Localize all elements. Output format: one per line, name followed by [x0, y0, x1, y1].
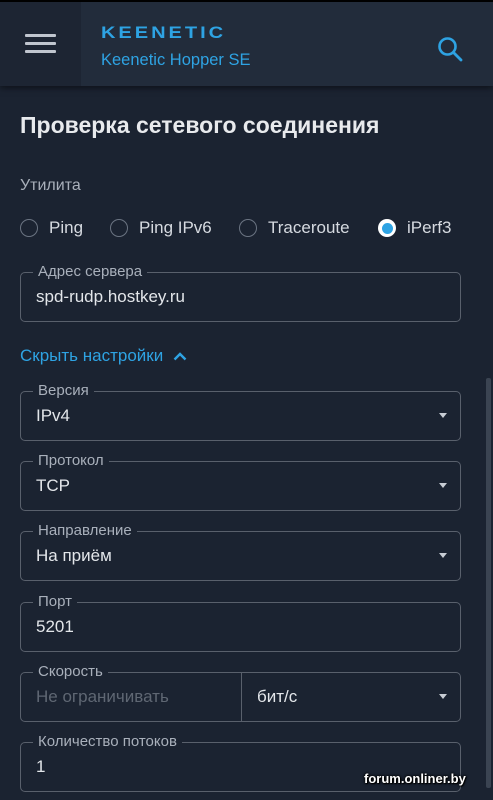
- dropdown-caret-icon: [439, 553, 447, 558]
- radio-iperf3[interactable]: iPerf3: [378, 217, 451, 239]
- search-button[interactable]: [436, 35, 464, 63]
- hide-settings-link[interactable]: Скрыть настройки: [20, 346, 187, 366]
- app-header: KEENETIC Keenetic Hopper SE: [0, 2, 493, 86]
- chevron-up-icon: [173, 352, 187, 361]
- radio-label: iPerf3: [407, 218, 452, 237]
- field-value: TCP: [36, 476, 70, 495]
- field-label: Порт: [33, 593, 78, 611]
- server-address-field[interactable]: Адрес сервера spd-rudp.hostkey.ru: [20, 263, 461, 322]
- device-model: Keenetic Hopper SE: [101, 51, 251, 69]
- field-value: IPv4: [36, 406, 71, 425]
- field-value: 5201: [36, 617, 74, 636]
- dropdown-caret-icon: [439, 413, 447, 418]
- radio-label: Ping: [49, 218, 84, 237]
- brand-logo: KEENETIC: [101, 23, 227, 42]
- watermark: forum.onliner.by: [364, 771, 466, 786]
- radio-ping-ipv6[interactable]: Ping IPv6: [110, 217, 212, 239]
- field-label: Количество потоков: [33, 733, 182, 751]
- speed-field: Скорость Не ограничивать бит/с: [20, 663, 461, 722]
- field-value: 1: [36, 757, 46, 776]
- radio-circle-checked: [378, 219, 396, 237]
- port-field[interactable]: Порт 5201: [20, 593, 461, 652]
- field-value: spd-rudp.hostkey.ru: [36, 287, 185, 306]
- menu-button[interactable]: [0, 2, 81, 86]
- scrollbar[interactable]: [486, 378, 491, 788]
- version-select[interactable]: Версия IPv4: [20, 382, 461, 441]
- radio-ping[interactable]: Ping: [20, 217, 83, 239]
- utility-label: Утилита: [20, 177, 81, 194]
- search-icon: [438, 37, 463, 62]
- dropdown-caret-icon: [439, 694, 447, 699]
- radio-traceroute[interactable]: Traceroute: [239, 217, 350, 239]
- speed-input[interactable]: Не ограничивать: [36, 687, 169, 707]
- field-label: Протокол: [33, 452, 109, 470]
- radio-circle: [110, 219, 128, 237]
- field-value: На приём: [36, 546, 112, 565]
- speed-unit-select[interactable]: бит/с: [242, 673, 460, 721]
- hamburger-icon: [25, 34, 56, 54]
- brand: KEENETIC Keenetic Hopper SE: [101, 24, 251, 70]
- radio-label: Ping IPv6: [139, 218, 212, 237]
- radio-circle: [20, 219, 38, 237]
- dropdown-caret-icon: [439, 483, 447, 488]
- radio-label: Traceroute: [268, 218, 350, 237]
- hide-settings-label: Скрыть настройки: [20, 346, 164, 365]
- protocol-select[interactable]: Протокол TCP: [20, 452, 461, 511]
- direction-select[interactable]: Направление На приём: [20, 522, 461, 581]
- field-label: Адрес сервера: [33, 263, 148, 281]
- field-label: Направление: [33, 522, 137, 540]
- field-label: Версия: [33, 382, 94, 400]
- page-title: Проверка сетевого соединения: [20, 112, 380, 138]
- main-content: Проверка сетевого соединения Утилита Pin…: [0, 86, 493, 800]
- speed-unit-value: бит/с: [257, 687, 298, 706]
- field-label: Скорость: [33, 663, 108, 681]
- radio-circle: [239, 219, 257, 237]
